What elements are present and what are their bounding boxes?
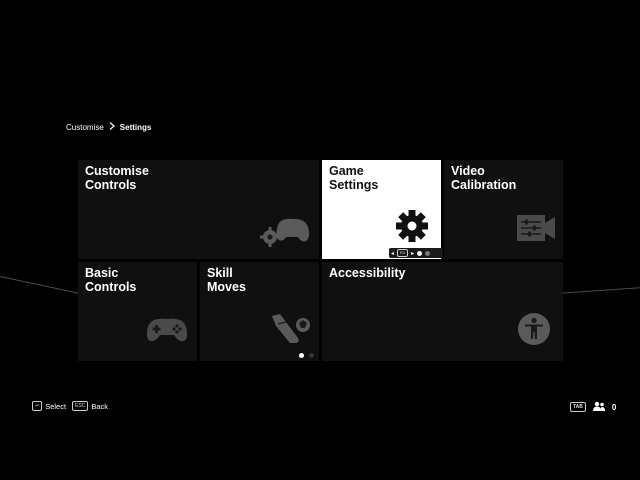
tile-skill-moves[interactable]: Skill Moves bbox=[200, 262, 319, 361]
page-indicator bbox=[299, 353, 314, 358]
page-dot bbox=[425, 250, 431, 256]
friends-icon bbox=[592, 401, 605, 413]
page-dot-active[interactable] bbox=[299, 353, 304, 358]
tile-label: Game Settings bbox=[329, 164, 379, 192]
tile-accessibility[interactable]: Accessibility bbox=[322, 262, 563, 361]
tab-key-icon: TAB bbox=[570, 402, 586, 412]
video-calibration-icon bbox=[516, 214, 556, 247]
tile-label: Accessibility bbox=[329, 266, 406, 280]
tile-label: Skill Moves bbox=[207, 266, 246, 294]
accessibility-icon bbox=[517, 312, 551, 351]
tile-label: Customise Controls bbox=[85, 164, 149, 192]
esc-key-icon: ESC bbox=[72, 401, 89, 411]
r3-key-icon: R3 bbox=[397, 249, 409, 257]
footer-friends[interactable]: TAB 0 bbox=[570, 401, 616, 413]
skill-moves-icon bbox=[268, 312, 312, 351]
tile-basic-controls[interactable]: Basic Controls bbox=[78, 262, 197, 361]
gamepad-gear-icon bbox=[259, 215, 311, 254]
tile-label: Basic Controls bbox=[85, 266, 137, 294]
bottom-letterbox bbox=[0, 420, 640, 480]
chevron-right-icon bbox=[109, 122, 115, 132]
breadcrumb: Customise Settings bbox=[66, 122, 151, 132]
page-dot-active bbox=[417, 250, 423, 256]
top-letterbox bbox=[0, 0, 640, 60]
select-hint[interactable]: ↵ Select bbox=[32, 401, 66, 411]
tile-label: Video Calibration bbox=[451, 164, 517, 192]
tile-pager-pill: ◂ R3 ▸ bbox=[389, 248, 443, 258]
chevron-right-icon: ▸ bbox=[411, 250, 415, 257]
page-dot[interactable] bbox=[309, 353, 314, 358]
gamepad-icon bbox=[146, 317, 188, 348]
select-label: Select bbox=[45, 401, 67, 411]
tile-game-settings[interactable]: Game Settings ◂ R3 ▸ bbox=[322, 160, 443, 259]
footer-hints: ↵ Select ESC Back bbox=[32, 401, 108, 411]
enter-key-icon: ↵ bbox=[32, 401, 43, 411]
tile-video-calibration[interactable]: Video Calibration bbox=[444, 160, 563, 259]
friends-count: 0 bbox=[611, 402, 617, 412]
breadcrumb-current: Settings bbox=[119, 122, 152, 132]
breadcrumb-parent[interactable]: Customise bbox=[66, 123, 104, 132]
chevron-left-icon: ◂ bbox=[391, 250, 395, 257]
back-label: Back bbox=[91, 401, 109, 411]
back-hint[interactable]: ESC Back bbox=[72, 401, 108, 411]
tile-customise-controls[interactable]: Customise Controls bbox=[78, 160, 319, 259]
gear-icon bbox=[395, 209, 429, 248]
